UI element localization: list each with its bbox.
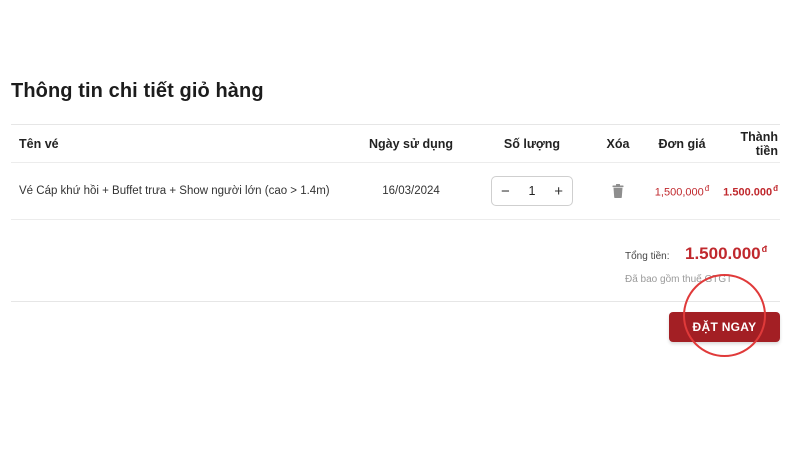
cart-page: Thông tin chi tiết giỏ hàng Tên vé Ngày …	[0, 0, 800, 450]
usage-date: 16/03/2024	[382, 185, 440, 197]
decrease-quantity-button[interactable]: −	[501, 184, 510, 199]
ticket-name: Vé Cáp khứ hồi + Buffet trưa + Show ngườ…	[19, 185, 330, 197]
header-name: Tên vé	[19, 136, 59, 151]
total-amount-value: 1.500.000	[685, 244, 761, 263]
quantity-cell: − 1 +	[476, 176, 588, 206]
table-header-row: Tên vé Ngày sử dụng Số lượng Xóa Đơn giá…	[11, 125, 780, 163]
header-qty: Số lượng	[503, 136, 561, 151]
header-total: Thành tiền	[740, 129, 779, 158]
cart-table: Tên vé Ngày sử dụng Số lượng Xóa Đơn giá…	[11, 124, 780, 220]
total-amount-currency: đ	[761, 244, 768, 255]
quantity-stepper: − 1 +	[491, 176, 573, 206]
line-total-value: 1.500.000	[723, 186, 773, 199]
header-unit-price: Đơn giá	[658, 136, 706, 151]
quantity-value[interactable]: 1	[529, 184, 536, 198]
delete-cell	[588, 184, 648, 199]
divider	[11, 301, 780, 302]
line-total-currency: đ	[773, 183, 778, 193]
increase-quantity-button[interactable]: +	[554, 184, 563, 199]
header-delete: Xóa	[606, 136, 630, 151]
total-amount: 1.500.000đ	[685, 244, 767, 264]
unit-price-value: 1,500,000	[654, 186, 704, 199]
book-now-button[interactable]: ĐẶT NGAY	[669, 312, 780, 342]
vat-note: Đã bao gồm thuế GTGT	[625, 274, 733, 285]
header-date: Ngày sử dụng	[368, 136, 454, 151]
unit-price: 1,500,000đ	[648, 184, 716, 199]
total-label: Tổng tiền:	[625, 251, 670, 262]
table-row: Vé Cáp khứ hồi + Buffet trưa + Show ngườ…	[11, 163, 780, 220]
unit-price-currency: đ	[704, 183, 710, 193]
line-total: 1.500.000đ	[716, 184, 780, 199]
trash-icon[interactable]	[612, 184, 624, 199]
page-title: Thông tin chi tiết giỏ hàng	[11, 80, 264, 102]
